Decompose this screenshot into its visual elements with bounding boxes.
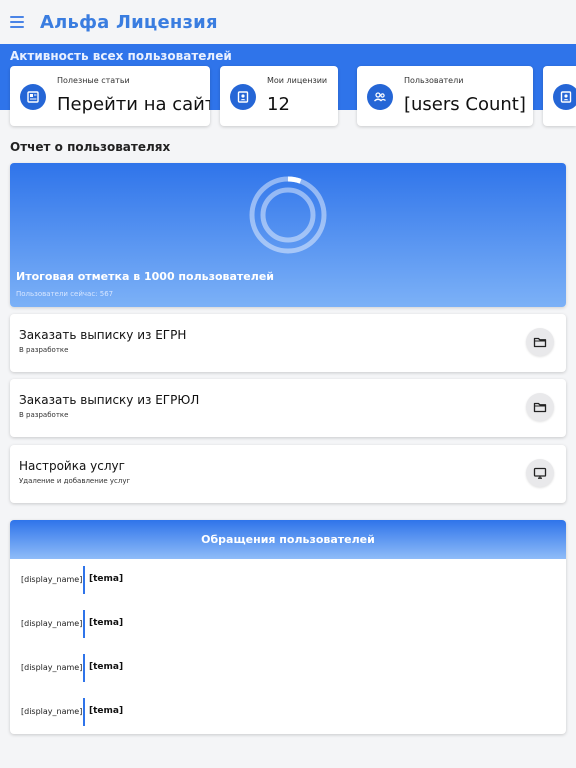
badge-icon: [230, 84, 256, 110]
action-title: Заказать выписку из ЕГРН: [19, 328, 187, 342]
request-row[interactable]: [display_name] [tema]: [10, 654, 566, 684]
activity-title: Активность всех пользователей: [10, 49, 232, 63]
request-row[interactable]: [display_name] [tema]: [10, 698, 566, 728]
request-divider: [83, 566, 85, 594]
request-divider: [83, 698, 85, 726]
request-divider: [83, 654, 85, 682]
request-divider: [83, 610, 85, 638]
section-title: Отчет о пользователях: [10, 140, 171, 154]
stat-card-users[interactable]: Пользователи [users Count]: [357, 66, 533, 126]
stat-value: 12: [267, 94, 290, 115]
action-card-egrul[interactable]: Заказать выписку из ЕГРЮЛ В разработке: [10, 379, 566, 437]
request-user-name: [display_name]: [21, 707, 83, 716]
request-topic: [tema]: [89, 706, 124, 716]
progress-ring: [249, 176, 327, 254]
folder-icon: [533, 337, 547, 348]
requests-title: Обращения пользователей: [201, 533, 375, 546]
report-title: Итоговая отметка в 1000 пользователей: [16, 270, 274, 283]
request-row[interactable]: [display_name] [tema]: [10, 610, 566, 640]
request-topic: [tema]: [89, 662, 124, 672]
stat-card-partial[interactable]: [543, 66, 576, 126]
stat-label: Мои лицензии: [267, 76, 328, 85]
app-title: Альфа Лицензия: [40, 11, 218, 33]
report-card: Итоговая отметка в 1000 пользователей По…: [10, 163, 566, 307]
app-bar: Альфа Лицензия: [0, 0, 576, 44]
request-row[interactable]: [display_name] [tema]: [10, 566, 566, 596]
action-subtitle: В разработке: [19, 346, 69, 354]
action-card-egrn[interactable]: Заказать выписку из ЕГРН В разработке: [10, 314, 566, 372]
action-subtitle: В разработке: [19, 411, 69, 419]
request-topic: [tema]: [89, 574, 124, 584]
request-user-name: [display_name]: [21, 619, 83, 628]
stat-label: Полезные статьи: [57, 76, 130, 85]
request-topic: [tema]: [89, 618, 124, 628]
stat-label: Пользователи: [404, 76, 464, 85]
request-user-name: [display_name]: [21, 663, 83, 672]
monitor-button[interactable]: [526, 459, 554, 487]
badge-icon: [553, 84, 576, 110]
stat-card-articles[interactable]: Полезные статьи Перейти на сайт: [10, 66, 210, 126]
stat-value: Перейти на сайт: [57, 94, 210, 115]
request-user-name: [display_name]: [21, 575, 83, 584]
group-icon: [367, 84, 393, 110]
report-subtitle: Пользователи сейчас: 567: [16, 290, 114, 298]
stat-value: [users Count]: [404, 94, 526, 115]
action-title: Настройка услуг: [19, 459, 125, 473]
action-subtitle: Удаление и добавлениe услуг: [19, 477, 131, 485]
action-card-services[interactable]: Настройка услуг Удаление и добавлениe ус…: [10, 445, 566, 503]
requests-card: Обращения пользователей [display_name] […: [10, 520, 566, 734]
menu-icon[interactable]: [10, 16, 24, 28]
folder-icon: [533, 402, 547, 413]
requests-header: Обращения пользователей: [10, 520, 566, 559]
action-title: Заказать выписку из ЕГРЮЛ: [19, 393, 200, 407]
folder-button[interactable]: [526, 393, 554, 421]
stat-card-licenses[interactable]: Мои лицензии 12: [220, 66, 338, 126]
monitor-icon: [533, 467, 547, 479]
newspaper-icon: [20, 84, 46, 110]
folder-button[interactable]: [526, 328, 554, 356]
